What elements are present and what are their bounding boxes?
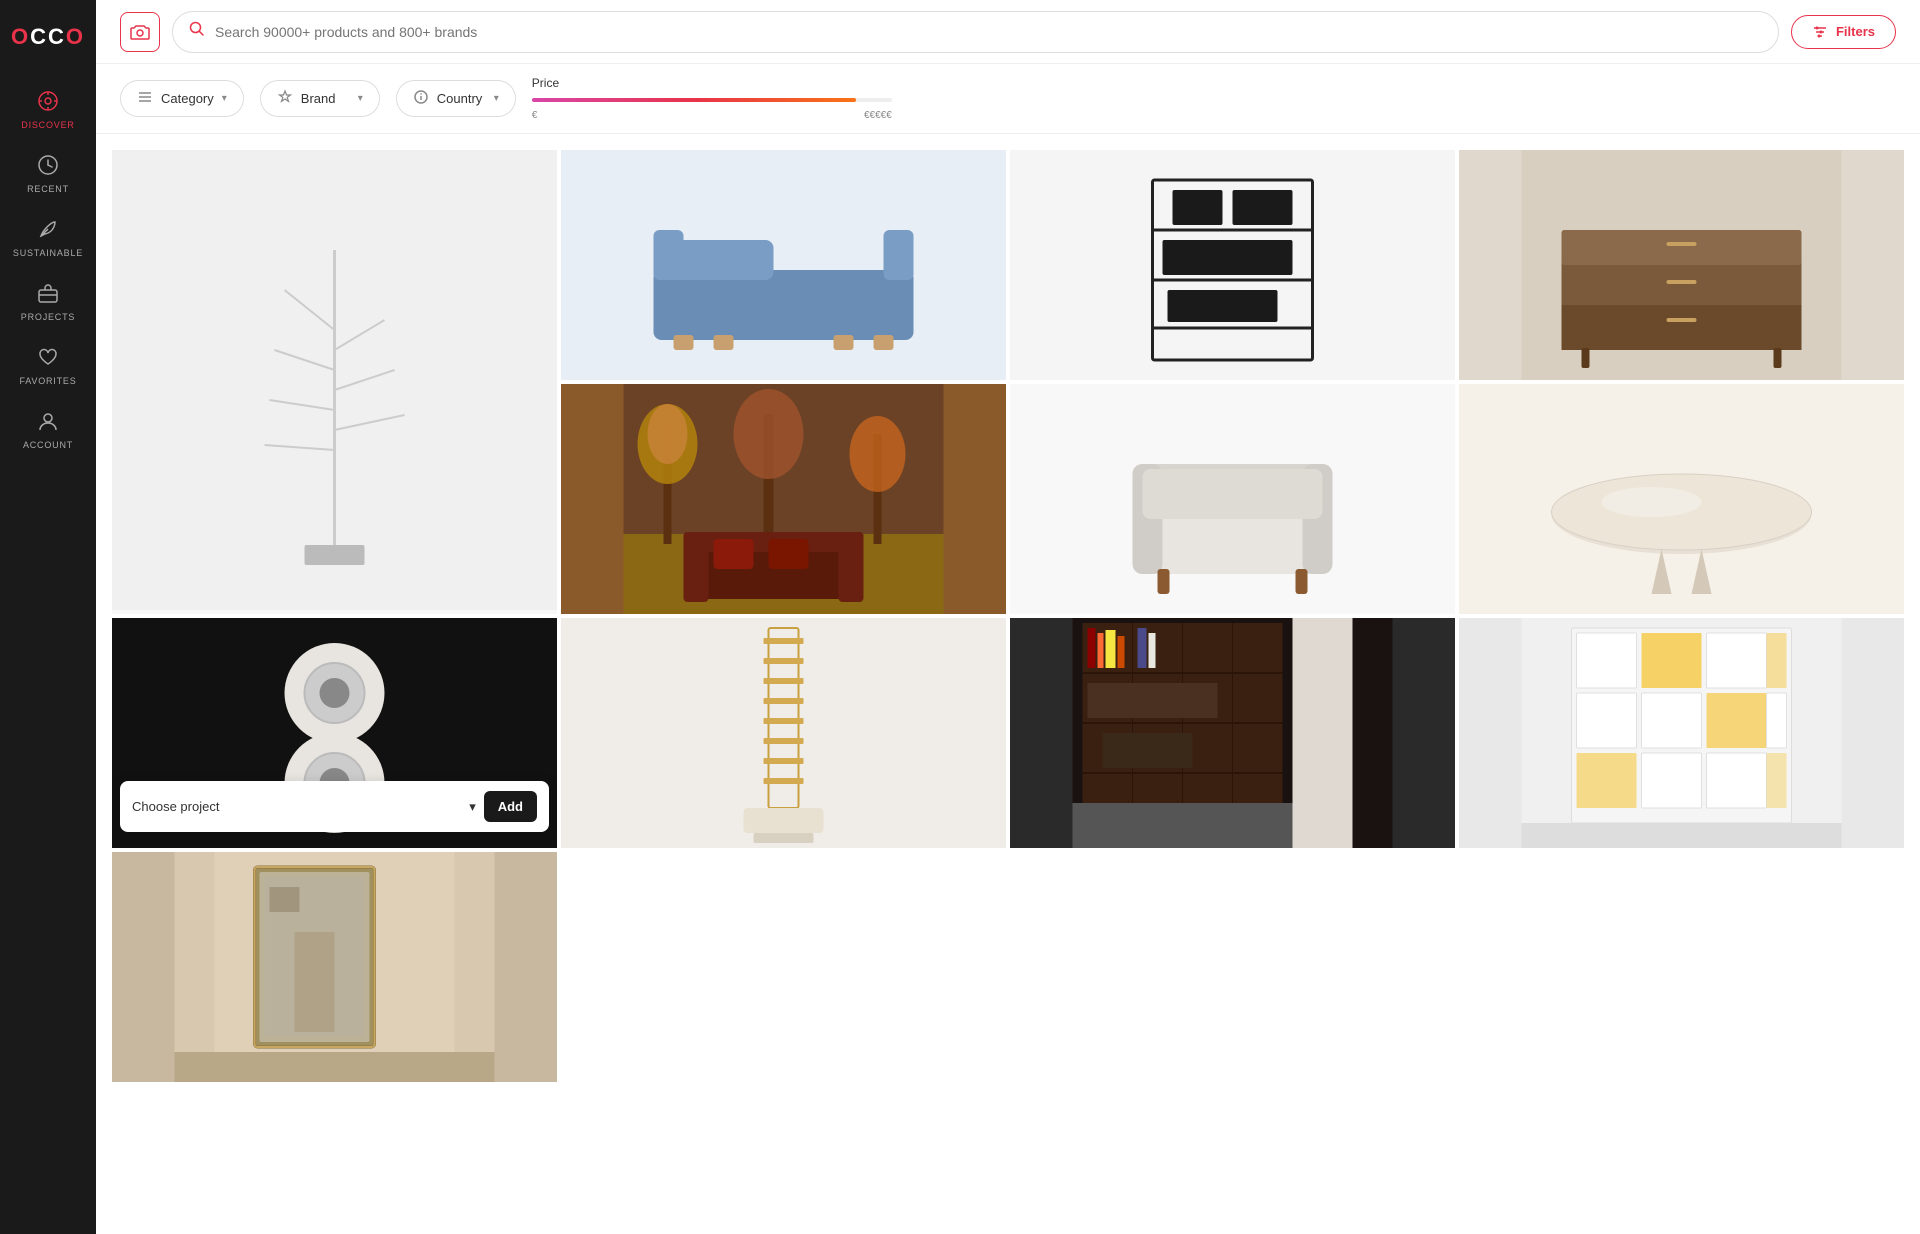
product-card-10[interactable] — [1010, 618, 1455, 848]
sidebar-item-projects-label: PROJECTS — [21, 312, 75, 322]
sidebar-item-favorites[interactable]: FAVORITES — [0, 334, 96, 398]
compass-icon — [37, 90, 59, 116]
product-card-1[interactable] — [112, 150, 557, 614]
clock-icon — [37, 154, 59, 180]
country-arrow-icon: ▾ — [494, 93, 499, 104]
product-card-7[interactable] — [1459, 384, 1904, 614]
app-logo: OCCO — [3, 16, 93, 58]
sidebar-item-discover[interactable]: DISCOVER — [0, 78, 96, 142]
product-card-9[interactable] — [561, 618, 1006, 848]
add-to-project-button[interactable]: Add — [484, 791, 537, 822]
search-input[interactable] — [215, 24, 1762, 40]
camera-button[interactable] — [120, 12, 160, 52]
info-icon — [413, 89, 429, 108]
product-card-8[interactable]: Choose project ▾ Add — [112, 618, 557, 848]
sidebar-item-sustainable-label: SUSTAINABLE — [13, 248, 83, 258]
product-card-5[interactable] — [561, 384, 1006, 614]
brand-arrow-icon: ▾ — [358, 93, 363, 104]
sidebar-item-account[interactable]: ACCOUNT — [0, 398, 96, 462]
choose-project-popup: Choose project ▾ Add — [120, 781, 549, 832]
product-card-4[interactable] — [1459, 150, 1904, 380]
country-filter[interactable]: Country ▾ — [396, 80, 516, 117]
main-content: Filters Category ▾ Brand ▾ — [96, 0, 1920, 1234]
product-card-3[interactable] — [1010, 150, 1455, 380]
briefcase-icon — [37, 282, 59, 308]
sidebar-item-recent-label: RECENT — [27, 184, 69, 194]
sidebar-item-recent[interactable]: RECENT — [0, 142, 96, 206]
leaf-icon — [37, 218, 59, 244]
price-range-fill — [532, 98, 856, 102]
sidebar-item-projects[interactable]: PROJECTS — [0, 270, 96, 334]
product-card-11[interactable] — [1459, 618, 1904, 848]
country-label: Country — [437, 91, 483, 106]
price-filter: Price € €€€€€ — [532, 76, 892, 121]
brand-label: Brand — [301, 91, 336, 106]
sidebar-item-favorites-label: FAVORITES — [19, 376, 76, 386]
price-max: €€€€€ — [864, 110, 892, 121]
category-arrow-icon: ▾ — [222, 93, 227, 104]
product-grid: Choose project ▾ Add — [112, 150, 1904, 1082]
category-icon — [137, 89, 153, 108]
topbar: Filters — [96, 0, 1920, 64]
category-label: Category — [161, 91, 214, 106]
choose-project-label: Choose project — [132, 799, 219, 814]
sidebar-item-account-label: ACCOUNT — [23, 440, 73, 450]
sidebar-item-discover-label: DISCOVER — [21, 120, 74, 130]
filters-label: Filters — [1836, 24, 1875, 39]
price-label: Price — [532, 76, 892, 90]
sidebar-item-sustainable[interactable]: SUSTAINABLE — [0, 206, 96, 270]
filterbar: Category ▾ Brand ▾ Country ▾ — [96, 64, 1920, 134]
product-card-6[interactable] — [1010, 384, 1455, 614]
star-icon — [277, 89, 293, 108]
search-bar[interactable] — [172, 11, 1779, 53]
price-min: € — [532, 110, 538, 121]
price-range-bar[interactable] — [532, 98, 892, 102]
category-filter[interactable]: Category ▾ — [120, 80, 244, 117]
filters-button[interactable]: Filters — [1791, 15, 1896, 49]
search-icon — [189, 21, 205, 42]
sidebar: OCCO DISCOVER RECENT — [0, 0, 96, 1234]
price-range-labels: € €€€€€ — [532, 110, 892, 121]
brand-filter[interactable]: Brand ▾ — [260, 80, 380, 117]
product-card-2[interactable] — [561, 150, 1006, 380]
chevron-down-icon: ▾ — [469, 799, 476, 815]
project-select[interactable]: Choose project ▾ — [132, 799, 476, 815]
user-icon — [37, 410, 59, 436]
heart-icon — [37, 346, 59, 372]
product-grid-area[interactable]: Choose project ▾ Add — [96, 134, 1920, 1234]
product-card-12[interactable] — [112, 852, 557, 1082]
